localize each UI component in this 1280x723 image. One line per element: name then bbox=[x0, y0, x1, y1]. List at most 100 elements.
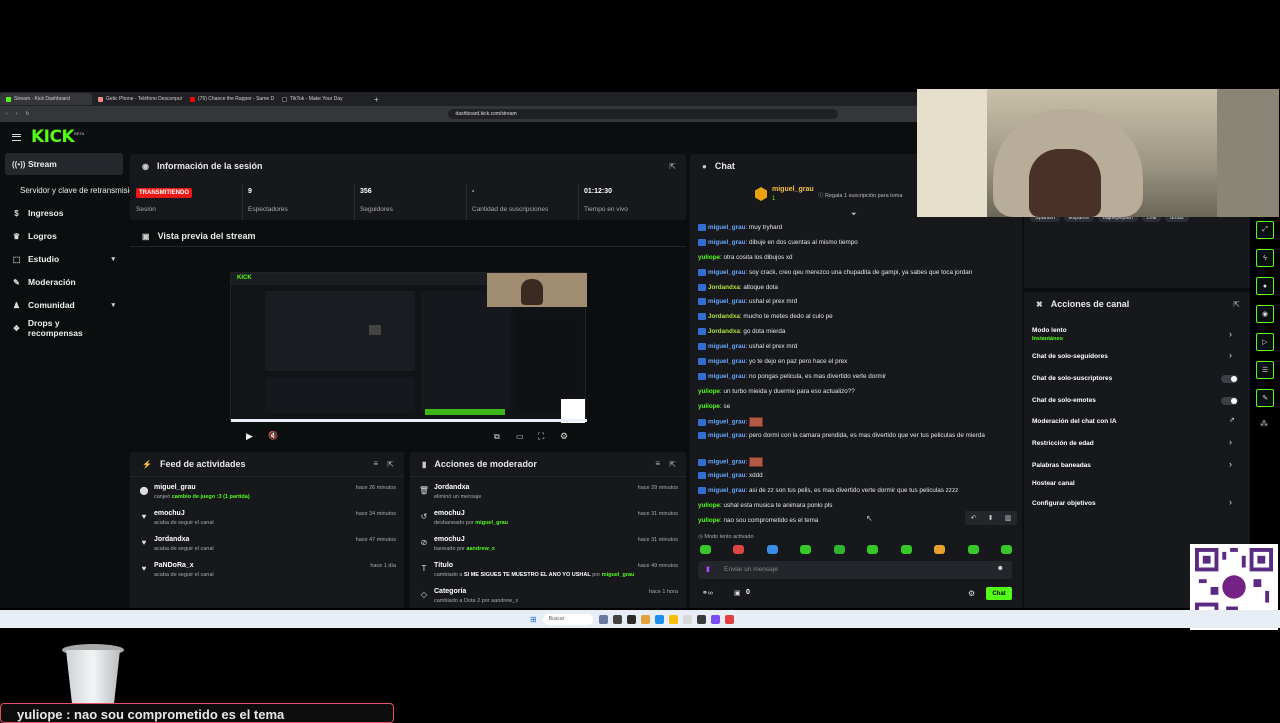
browser-tab[interactable]: TikTok - Make Your Day bbox=[276, 93, 368, 105]
chat-message[interactable]: miguel_grau: ushal el prex mrd bbox=[698, 298, 797, 306]
sidebar-item-server-key[interactable]: Servidor y clave de retransmisión bbox=[5, 179, 138, 201]
external-link-icon[interactable]: ⇗ bbox=[1229, 416, 1235, 424]
chat-message[interactable]: miguel_grau: no pongas pelicula, es mas … bbox=[698, 373, 886, 381]
banned-words-label[interactable]: Palabras baneadas bbox=[1032, 462, 1091, 469]
chat-message[interactable]: miguel_grau: bbox=[698, 417, 763, 427]
age-restriction-label[interactable]: Restricción de edad bbox=[1032, 440, 1094, 447]
link-icon[interactable]: ⚭∞ bbox=[702, 589, 713, 597]
emoji-icon[interactable]: ☻ bbox=[997, 565, 1004, 572]
chat-username[interactable]: miguel_grau bbox=[708, 239, 745, 246]
new-tab-button[interactable]: + bbox=[374, 95, 379, 104]
chat-username[interactable]: yuliope bbox=[698, 254, 720, 261]
chat-message[interactable]: miguel_grau: yo te dejo en paz pero hace… bbox=[698, 358, 847, 366]
modaction-user[interactable]: Jordandxa bbox=[434, 484, 469, 491]
chat-username[interactable]: miguel_grau bbox=[708, 432, 745, 439]
rail-more-icon[interactable]: ⁂ bbox=[1260, 419, 1268, 428]
stream-video[interactable]: KICK bbox=[230, 272, 587, 423]
chat-message[interactable]: miguel_grau: dibuje en dos cuentas al mi… bbox=[698, 239, 858, 247]
app-icon[interactable] bbox=[724, 614, 734, 624]
task-view-icon[interactable] bbox=[598, 614, 608, 624]
browser-tab[interactable]: (75) Chance the Rapper - Same D bbox=[184, 93, 276, 105]
rail-expand-icon[interactable]: ⤢ bbox=[1256, 221, 1274, 239]
emote-button[interactable] bbox=[1000, 545, 1012, 554]
forward-icon[interactable]: › bbox=[16, 111, 18, 117]
menu-icon[interactable] bbox=[12, 133, 21, 141]
emote-button[interactable] bbox=[967, 545, 979, 554]
play-icon[interactable]: ▶ bbox=[246, 431, 253, 442]
sidebar-item-moderation[interactable]: ✎ Moderación bbox=[5, 271, 123, 293]
filter-icon[interactable]: ≡ bbox=[655, 459, 660, 468]
chat-message[interactable]: yuliope: un turbo mieida y duerme para e… bbox=[698, 388, 855, 396]
folder-icon[interactable] bbox=[640, 614, 650, 624]
goals-label[interactable]: Configurar objetivos bbox=[1032, 500, 1096, 507]
emote-button[interactable] bbox=[867, 545, 879, 554]
rail-video-icon[interactable]: ▷ bbox=[1256, 333, 1274, 351]
ai-moderation-label[interactable]: Moderación del chat con IA bbox=[1032, 418, 1117, 425]
emote-button[interactable] bbox=[900, 545, 912, 554]
activity-user[interactable]: miguel_grau bbox=[154, 484, 196, 491]
chat-username[interactable]: yuliope bbox=[698, 517, 720, 524]
chat-username[interactable]: miguel_grau bbox=[708, 487, 745, 494]
chat-message[interactable]: miguel_grau: xddd bbox=[698, 472, 763, 480]
pinned-gift[interactable]: ⓘ Regala 1 suscripción para toma bbox=[818, 191, 902, 199]
emote-button[interactable] bbox=[800, 545, 812, 554]
browser-tab[interactable]: Stream - Kick Dashboard bbox=[0, 93, 92, 105]
chat-username[interactable]: miguel_grau bbox=[708, 224, 745, 231]
external-link-icon[interactable]: ⇱ bbox=[669, 460, 676, 469]
rail-chat-icon[interactable]: ● bbox=[1256, 277, 1274, 295]
chat-message[interactable]: miguel_grau: pero dormi con la camara pr… bbox=[698, 432, 998, 440]
chat-message[interactable]: Jordandxa: go dota mierda bbox=[698, 328, 785, 336]
modaction-by[interactable]: miguel_grau bbox=[602, 572, 635, 578]
fullscreen-icon[interactable]: ⛶ bbox=[538, 431, 544, 442]
chat-username[interactable]: Jordandxa bbox=[708, 284, 740, 291]
chevron-right-icon[interactable]: › bbox=[1229, 459, 1232, 469]
chevron-right-icon[interactable]: › bbox=[1229, 497, 1232, 507]
chat-message[interactable]: yuliope: ushal esta musica te animara po… bbox=[698, 502, 832, 510]
chevron-right-icon[interactable]: › bbox=[1229, 350, 1232, 360]
emote-button[interactable] bbox=[766, 545, 778, 554]
activity-user[interactable]: emochuJ bbox=[154, 510, 185, 517]
chat-username[interactable]: miguel_grau bbox=[708, 459, 745, 466]
slow-mode-label[interactable]: Modo lento bbox=[1032, 327, 1067, 334]
emote-button[interactable] bbox=[733, 545, 745, 554]
chat-username[interactable]: Jordandxa bbox=[708, 328, 740, 335]
obs-icon[interactable] bbox=[696, 614, 706, 624]
emotes-only-toggle[interactable] bbox=[1221, 397, 1238, 405]
emote-button[interactable] bbox=[934, 545, 946, 554]
chat-settings-icon[interactable]: ⚙ bbox=[968, 589, 975, 598]
kick-logo[interactable]: KICK bbox=[31, 127, 75, 147]
taskbar-search[interactable]: Buscar bbox=[542, 613, 593, 625]
chat-username[interactable]: yuliope bbox=[698, 502, 720, 509]
sidebar-item-stream[interactable]: ((•)) Stream bbox=[5, 153, 123, 175]
chat-message[interactable]: miguel_grau: bbox=[698, 457, 763, 467]
chevron-right-icon[interactable]: › bbox=[1229, 329, 1232, 339]
app-icon[interactable] bbox=[626, 614, 636, 624]
chrome-icon[interactable] bbox=[668, 614, 678, 624]
chat-message[interactable]: yuliope: otra cosita los dibujos xd bbox=[698, 254, 793, 262]
edge-icon[interactable] bbox=[654, 614, 664, 624]
pip-icon[interactable]: ⧉ bbox=[494, 432, 500, 442]
chat-message[interactable]: Jordandxa: mucho te metes dedo al culo p… bbox=[698, 313, 833, 321]
rail-broadcast-icon[interactable]: ◉ bbox=[1256, 305, 1274, 323]
modaction-by[interactable]: aandrew_x bbox=[466, 546, 494, 552]
chat-message[interactable]: miguel_grau: ushal el prex mrd bbox=[698, 343, 797, 351]
settings-gear-icon[interactable]: ⚙ bbox=[560, 431, 568, 442]
sidebar-item-drops[interactable]: ❖ Drops y recompensas bbox=[5, 317, 123, 339]
activity-user[interactable]: Jordandxa bbox=[154, 536, 189, 543]
chat-message[interactable]: miguel_grau: soy crack, creo qeu merezco… bbox=[698, 269, 972, 277]
emote-button[interactable] bbox=[833, 545, 845, 554]
address-bar[interactable]: dashboard.kick.com/stream bbox=[447, 109, 838, 119]
trash-icon[interactable]: ▥ bbox=[1005, 514, 1012, 522]
chat-username[interactable]: Jordandxa bbox=[708, 313, 740, 320]
chat-message[interactable]: Jordandxa: altoque dota bbox=[698, 284, 778, 292]
app-icon[interactable] bbox=[612, 614, 622, 624]
modaction-user[interactable]: emochuJ bbox=[434, 510, 465, 517]
windows-start-icon[interactable]: ⊞ bbox=[530, 615, 537, 624]
emote-button[interactable] bbox=[700, 545, 711, 554]
reload-icon[interactable]: ↻ bbox=[25, 111, 29, 117]
chat-username[interactable]: miguel_grau bbox=[708, 373, 745, 380]
external-link-icon[interactable]: ⇱ bbox=[669, 162, 676, 171]
rail-tools-icon[interactable]: ✎ bbox=[1256, 389, 1274, 407]
sidebar-item-studio[interactable]: ⬚ Estudio ▾ bbox=[5, 248, 123, 270]
chevron-down-icon[interactable]: ⏷ bbox=[851, 211, 857, 219]
